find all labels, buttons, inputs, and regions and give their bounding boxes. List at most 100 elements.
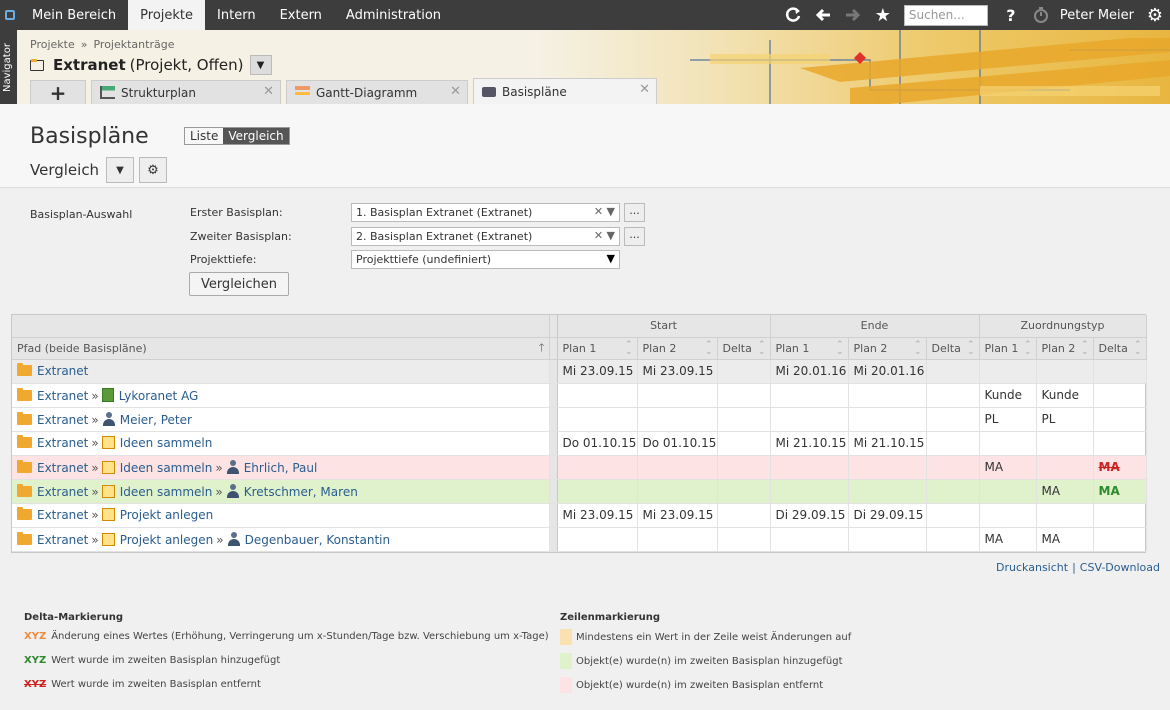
path-link[interactable]: Extranet — [37, 389, 88, 403]
tab-strukturplan[interactable]: Strukturplan ✕ — [91, 80, 281, 104]
column-header[interactable]: Plan 2 ⌃ ⌄ — [848, 337, 927, 360]
tab-basisplaene[interactable]: Basispläne ✕ — [473, 78, 657, 104]
print-view-link[interactable]: Druckansicht — [996, 561, 1068, 574]
sort-toggle-icon[interactable]: ⌃ ⌄ — [836, 340, 844, 356]
sort-toggle-icon[interactable]: ⌃ ⌄ — [967, 340, 975, 356]
toggle-liste[interactable]: Liste — [185, 128, 223, 144]
search-input[interactable]: Suchen... — [903, 4, 988, 26]
path-link[interactable]: Ehrlich, Paul — [244, 461, 318, 475]
path-link[interactable]: Extranet — [37, 533, 88, 547]
data-cell: MA — [1093, 479, 1147, 504]
path-link[interactable]: Ideen sammeln — [120, 436, 213, 450]
column-splitter[interactable] — [549, 315, 558, 338]
path-link[interactable]: Ideen sammeln — [120, 461, 213, 475]
path-link[interactable]: Projekt anlegen — [120, 533, 214, 547]
top-navigation: Mein Bereich Projekte Intern Extern Admi… — [0, 0, 1170, 30]
column-header[interactable]: Plan 2 ⌃ ⌄ — [637, 337, 718, 360]
path-link[interactable]: Ideen sammeln — [120, 485, 213, 499]
second-basisplan-label: Zweiter Basisplan: — [190, 230, 292, 243]
table-row[interactable]: Extranet» Meier, Peter PL PL — [12, 407, 1147, 432]
column-header[interactable]: Plan 1 ⌃ ⌄ — [557, 337, 638, 360]
breadcrumb-projekte[interactable]: Projekte — [30, 38, 75, 51]
first-basisplan-select[interactable]: 1. Basisplan Extranet (Extranet) ✕ ▼ — [351, 203, 620, 222]
person-icon — [226, 459, 240, 474]
path-link[interactable]: Extranet — [37, 364, 88, 378]
tab-label: Strukturplan — [121, 85, 196, 100]
table-row[interactable]: Extranet» Ideen sammeln» Ehrlich, Paul MA MA — [12, 455, 1147, 480]
breadcrumb-projektantraege[interactable]: Projektanträge — [93, 38, 174, 51]
timer-icon[interactable] — [1026, 0, 1056, 30]
nav-mein-bereich[interactable]: Mein Bereich — [20, 0, 128, 30]
table-row[interactable]: Extranet» Projekt anlegen Mi 23.09.15 Mi 23… — [12, 503, 1147, 528]
column-header[interactable]: Plan 1 ⌃ ⌄ — [770, 337, 849, 360]
second-basisplan-select[interactable]: 2. Basisplan Extranet (Extranet) ✕ ▼ — [351, 227, 620, 246]
clear-icon[interactable]: ✕ ▼ — [594, 205, 615, 218]
star-favorites-icon[interactable]: ★ — [868, 0, 898, 30]
folder-icon — [17, 435, 32, 448]
data-cell: Di 29.09.15 — [848, 503, 927, 528]
close-icon[interactable]: ✕ — [263, 84, 274, 99]
project-menu-dropdown[interactable]: ▼ — [249, 55, 272, 75]
sort-toggle-icon[interactable]: ⌃ ⌄ — [758, 340, 766, 356]
view-dropdown-button[interactable]: ▼ — [106, 157, 134, 183]
second-basisplan-browse-button[interactable]: ... — [624, 227, 645, 246]
sort-ascending-icon[interactable]: 🡑 — [539, 342, 545, 353]
nav-extern[interactable]: Extern — [268, 0, 334, 30]
column-header-label: Delta — [1098, 341, 1128, 355]
column-splitter[interactable] — [549, 337, 558, 360]
compare-button[interactable]: Vergleichen — [189, 272, 289, 296]
close-icon[interactable]: ✕ — [639, 82, 650, 97]
user-menu[interactable]: Peter Meier — [1056, 8, 1140, 23]
column-header[interactable]: Delta ⌃ ⌄ — [926, 337, 980, 360]
path-link[interactable]: Kretschmer, Maren — [244, 485, 358, 499]
data-cell — [926, 503, 980, 528]
path-link[interactable]: Projekt anlegen — [120, 508, 214, 522]
table-row[interactable]: Extranet» Lykoranet AG Kunde Kunde — [12, 383, 1147, 408]
column-header[interactable]: Delta ⌃ ⌄ — [1093, 337, 1147, 360]
settings-gear-icon[interactable]: ⚙ — [1140, 0, 1170, 30]
path-link[interactable]: Extranet — [37, 508, 88, 522]
path-link[interactable]: Meier, Peter — [120, 413, 192, 427]
refresh-icon[interactable] — [778, 0, 808, 30]
table-row[interactable]: Extranet» Ideen sammeln Do 01.10.15 Do 01.1… — [12, 431, 1147, 456]
sort-toggle-icon[interactable]: ⌃ ⌄ — [1134, 340, 1142, 356]
sort-toggle-icon[interactable]: ⌃ ⌄ — [625, 340, 633, 356]
sort-toggle-icon[interactable]: ⌃ ⌄ — [914, 340, 922, 356]
forward-arrow-icon[interactable] — [838, 0, 868, 30]
path-link[interactable]: Degenbauer, Konstantin — [245, 533, 391, 547]
path-cell: Extranet» Ideen sammeln — [12, 431, 550, 456]
view-settings-button[interactable]: ⚙ — [139, 157, 167, 183]
toggle-vergleich[interactable]: Vergleich — [223, 128, 289, 144]
app-logo-icon[interactable] — [0, 0, 20, 30]
data-cell: MA — [979, 527, 1037, 552]
project-depth-select[interactable]: Projekttiefe (undefiniert) ▼ — [351, 250, 620, 269]
clear-icon[interactable]: ✕ ▼ — [594, 229, 615, 242]
nav-administration[interactable]: Administration — [334, 0, 453, 30]
add-tab-button[interactable]: + — [30, 80, 86, 104]
nav-projekte[interactable]: Projekte — [128, 0, 206, 30]
data-cell: MA — [979, 455, 1037, 480]
table-row[interactable]: Extranet» Ideen sammeln» Kretschmer, Maren… — [12, 479, 1147, 504]
path-link[interactable]: Extranet — [37, 413, 88, 427]
close-icon[interactable]: ✕ — [450, 84, 461, 99]
back-arrow-icon[interactable] — [808, 0, 838, 30]
sort-toggle-icon[interactable]: ⌃ ⌄ — [705, 340, 713, 356]
table-row[interactable]: Extranet Mi 23.09.15 Mi 23.09.15 Mi 20.01.1… — [12, 359, 1147, 384]
path-link[interactable]: Lykoranet AG — [119, 389, 199, 403]
navigator-toggle[interactable]: Navigator — [0, 30, 17, 104]
path-link[interactable]: Extranet — [37, 436, 88, 450]
path-link[interactable]: Extranet — [37, 461, 88, 475]
path-column-header[interactable]: Pfad (beide Basispläne) 🡑 — [12, 337, 550, 360]
column-header[interactable]: Delta ⌃ ⌄ — [717, 337, 771, 360]
help-icon[interactable]: ? — [996, 0, 1026, 30]
sort-toggle-icon[interactable]: ⌃ ⌄ — [1024, 340, 1032, 356]
path-link[interactable]: Extranet — [37, 485, 88, 499]
table-row[interactable]: Extranet» Projekt anlegen» Degenbauer, Kon… — [12, 527, 1147, 552]
csv-download-link[interactable]: CSV-Download — [1080, 561, 1160, 574]
nav-intern[interactable]: Intern — [205, 0, 268, 30]
column-header[interactable]: Plan 2 ⌃ ⌄ — [1036, 337, 1094, 360]
sort-toggle-icon[interactable]: ⌃ ⌄ — [1081, 340, 1089, 356]
column-header[interactable]: Plan 1 ⌃ ⌄ — [979, 337, 1037, 360]
first-basisplan-browse-button[interactable]: ... — [624, 203, 645, 222]
tab-gantt-diagramm[interactable]: Gantt-Diagramm ✕ — [286, 80, 468, 104]
